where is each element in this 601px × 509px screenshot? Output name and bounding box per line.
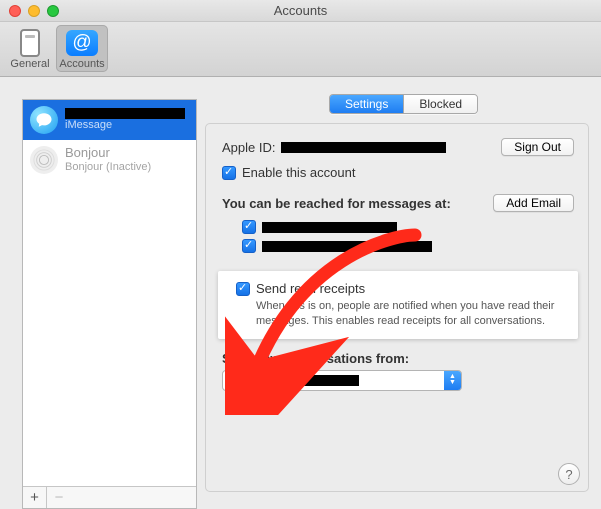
reach-item bbox=[242, 239, 574, 253]
start-from-label: Start new conversations from: bbox=[222, 351, 574, 366]
window-titlebar: Accounts bbox=[0, 0, 601, 22]
sign-out-button[interactable]: Sign Out bbox=[501, 138, 574, 156]
reach-list bbox=[222, 220, 574, 253]
window-title: Accounts bbox=[0, 3, 601, 18]
help-button[interactable]: ? bbox=[558, 463, 580, 485]
content-area: iMessage Bonjour Bonjour (Inactive) + − … bbox=[0, 77, 601, 500]
read-receipts-label: Send read receipts bbox=[256, 281, 365, 296]
tab-general[interactable]: General bbox=[4, 25, 56, 72]
read-receipts-description: When this is on, people are notified whe… bbox=[256, 299, 566, 329]
general-icon bbox=[14, 28, 46, 58]
add-account-button[interactable]: + bbox=[23, 487, 47, 508]
reach-checkbox[interactable] bbox=[242, 220, 256, 234]
segment-settings[interactable]: Settings bbox=[330, 95, 403, 113]
settings-group: Apple ID: Sign Out Enable this account Y… bbox=[205, 123, 589, 492]
reach-value-redacted bbox=[262, 241, 432, 252]
account-title-redacted bbox=[65, 108, 185, 119]
bonjour-icon bbox=[30, 146, 58, 174]
tab-general-label: General bbox=[10, 58, 49, 70]
remove-account-button[interactable]: − bbox=[47, 487, 71, 508]
tab-accounts-label: Accounts bbox=[59, 58, 104, 70]
account-subtitle: Bonjour (Inactive) bbox=[65, 161, 151, 174]
segment-blocked[interactable]: Blocked bbox=[403, 95, 477, 113]
account-row-imessage[interactable]: iMessage bbox=[23, 100, 196, 140]
reach-checkbox[interactable] bbox=[242, 239, 256, 253]
account-row-bonjour[interactable]: Bonjour Bonjour (Inactive) bbox=[23, 140, 196, 180]
apple-id-label: Apple ID: bbox=[222, 140, 275, 155]
start-from-value-redacted bbox=[229, 375, 359, 386]
apple-id-row: Apple ID: Sign Out bbox=[222, 138, 574, 156]
accounts-sidebar: iMessage Bonjour Bonjour (Inactive) + − bbox=[22, 99, 197, 509]
read-receipts-checkbox[interactable] bbox=[236, 282, 250, 296]
tab-accounts[interactable]: @ Accounts bbox=[56, 25, 108, 72]
account-detail-panel: Settings Blocked Apple ID: Sign Out Enab… bbox=[205, 99, 589, 492]
accounts-list: iMessage Bonjour Bonjour (Inactive) bbox=[23, 100, 196, 486]
imessage-icon bbox=[30, 106, 58, 134]
at-sign-icon: @ bbox=[66, 28, 98, 58]
account-subtitle: iMessage bbox=[65, 119, 185, 132]
enable-account-checkbox[interactable] bbox=[222, 166, 236, 180]
preferences-toolbar: General @ Accounts bbox=[0, 22, 601, 77]
enable-account-row: Enable this account bbox=[222, 165, 574, 180]
start-from-section: Start new conversations from: ▲▼ bbox=[222, 351, 574, 391]
add-email-button[interactable]: Add Email bbox=[493, 194, 574, 212]
help-icon: ? bbox=[565, 467, 572, 482]
segmented-control: Settings Blocked bbox=[329, 94, 478, 114]
sidebar-footer: + − bbox=[23, 486, 196, 508]
read-receipts-section: Send read receipts When this is on, peop… bbox=[218, 271, 578, 339]
apple-id-value-redacted bbox=[281, 142, 446, 153]
start-from-select[interactable]: ▲▼ bbox=[222, 370, 462, 391]
reach-heading: You can be reached for messages at: bbox=[222, 196, 451, 211]
enable-account-label: Enable this account bbox=[242, 165, 355, 180]
reach-value-redacted bbox=[262, 222, 397, 233]
reach-heading-row: You can be reached for messages at: Add … bbox=[222, 194, 574, 212]
account-title: Bonjour bbox=[65, 146, 151, 161]
reach-item bbox=[242, 220, 574, 234]
stepper-arrows-icon: ▲▼ bbox=[444, 371, 461, 390]
